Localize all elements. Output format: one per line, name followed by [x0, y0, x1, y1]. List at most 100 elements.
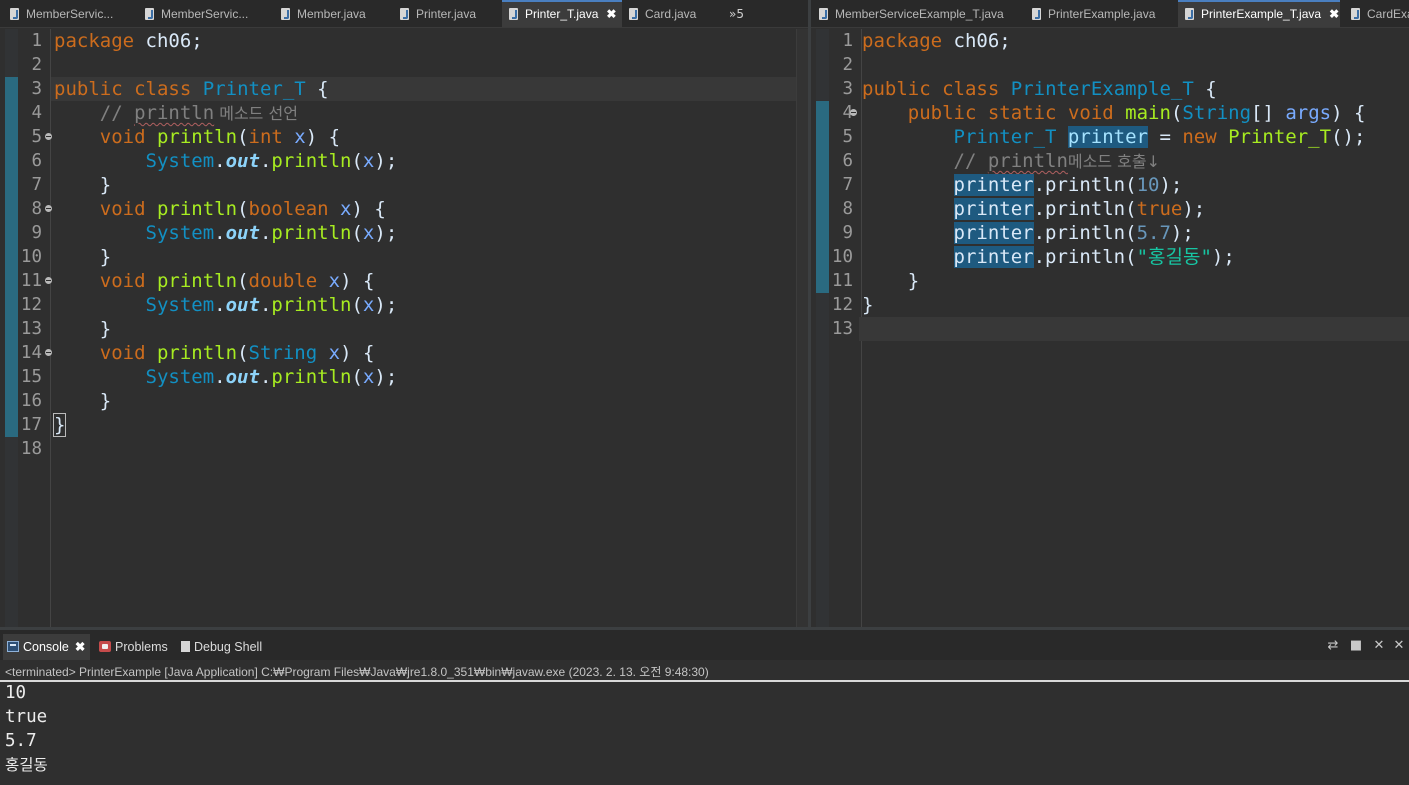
console-output-line: 5.7 [5, 731, 37, 751]
code-line: } [52, 413, 67, 437]
line-number: 13 [831, 319, 853, 339]
variable-occurrence: printer [953, 198, 1034, 220]
line-number: 3 [31, 79, 42, 99]
left-editor-pane: MemberServic... MemberServic... Member.j… [0, 0, 808, 627]
tab-printerexample-java[interactable]: PrinterExample.java [1032, 0, 1156, 27]
tab-printer-t-java[interactable]: Printer_T.java ✖ [502, 0, 622, 27]
variable-occurrence: printer [953, 246, 1034, 268]
change-indicator [5, 77, 18, 437]
left-code-editor[interactable]: 1 2 3 4 5 6 7 8 9 10 11 12 13 14 15 16 1… [0, 29, 808, 627]
tab-label: MemberServic... [161, 7, 249, 21]
java-file-icon [281, 8, 290, 20]
tab-console[interactable]: Console ✖ [3, 634, 91, 660]
remove-launch-icon[interactable]: ✕ [1371, 638, 1387, 654]
line-number-gutter: 1 2 3 4 5 6 7 8 9 10 11 12 13 [829, 29, 862, 627]
code-line: public class PrinterExample_T { [862, 78, 1217, 100]
tab-memberservice-1[interactable]: MemberServic... [10, 0, 114, 27]
close-tab-icon[interactable]: ✖ [1329, 7, 1339, 21]
tab-label: Problems [115, 640, 168, 654]
tab-cardexample-java[interactable]: CardExa [1351, 0, 1409, 27]
code-line: } [862, 270, 920, 292]
code-line: printer.println(true); [953, 198, 1206, 220]
tab-label: Printer.java [416, 7, 477, 21]
console-tabbar: Console ✖ Problems Debug Shell ⇄ ■ ✕ ✕ [0, 630, 1409, 660]
code-line: Printer_T printer = new Printer_T(); [953, 126, 1366, 148]
code-line: // println 메소드 선언 [54, 102, 298, 124]
console-panel: Console ✖ Problems Debug Shell ⇄ ■ ✕ ✕ <t… [0, 630, 1409, 785]
java-file-icon [1351, 8, 1360, 20]
console-output-line: true [5, 707, 48, 727]
tab-label: PrinterExample_T.java [1201, 7, 1322, 21]
line-number: 14 [20, 343, 42, 363]
line-number: 7 [31, 175, 42, 195]
change-indicator [816, 101, 829, 293]
line-number: 4 [31, 103, 42, 123]
code-line: } [99, 318, 112, 340]
tab-printer-java[interactable]: Printer.java [400, 0, 477, 27]
code-line: void println(boolean x) { [99, 198, 386, 220]
close-tab-icon[interactable]: ✖ [75, 640, 85, 654]
code-line: void println(String x) { [99, 342, 375, 364]
java-file-icon [10, 8, 19, 20]
fold-toggle-icon[interactable] [850, 109, 857, 116]
right-editor-tabbar: MemberServiceExample_T.java PrinterExamp… [811, 0, 1409, 28]
line-number: 7 [842, 175, 853, 195]
pin-icon[interactable]: ⇄ [1325, 638, 1341, 654]
right-code-editor[interactable]: 1 2 3 4 5 6 7 8 9 10 11 12 13 package ch… [811, 29, 1409, 627]
line-number: 11 [831, 271, 853, 291]
code-line: } [99, 390, 112, 412]
java-file-icon [629, 8, 638, 20]
java-file-icon [145, 8, 154, 20]
code-text-area[interactable]: package ch06; public class Printer_T { /… [51, 29, 808, 627]
tab-label: MemberServic... [26, 7, 114, 21]
variable-occurrence: printer [953, 222, 1034, 244]
console-icon [7, 641, 19, 652]
code-line: } [862, 294, 874, 316]
line-number: 6 [31, 151, 42, 171]
tab-debug-shell[interactable]: Debug Shell [181, 634, 262, 660]
line-number: 10 [20, 247, 42, 267]
vertical-scrollbar[interactable] [796, 29, 808, 627]
line-number: 2 [842, 55, 853, 75]
code-line: System.out.println(x); [145, 294, 398, 316]
tab-label: CardExa [1367, 7, 1409, 21]
code-line: System.out.println(x); [145, 222, 398, 244]
java-file-icon [1185, 8, 1194, 20]
line-number: 17 [20, 415, 42, 435]
problems-icon [99, 641, 111, 652]
tab-label: MemberServiceExample_T.java [835, 7, 1004, 21]
terminate-icon[interactable]: ■ [1348, 638, 1364, 654]
line-number: 12 [831, 295, 853, 315]
line-number: 10 [831, 247, 853, 267]
java-file-icon [509, 8, 518, 20]
line-number-gutter: 1 2 3 4 5 6 7 8 9 10 11 12 13 14 15 16 1… [18, 29, 52, 627]
code-line: } [99, 174, 112, 196]
line-number: 1 [842, 31, 853, 51]
line-number: 11 [20, 271, 42, 291]
code-line: package ch06; [54, 30, 203, 52]
close-tab-icon[interactable]: ✖ [606, 7, 616, 21]
tab-label: PrinterExample.java [1048, 7, 1156, 21]
tab-problems[interactable]: Problems [99, 634, 168, 660]
line-number: 9 [31, 223, 42, 243]
tab-memberserviceexample-t-java[interactable]: MemberServiceExample_T.java [819, 0, 1004, 27]
tab-label: Member.java [297, 7, 366, 21]
code-line: void println(int x) { [99, 126, 341, 148]
tab-memberservice-2[interactable]: MemberServic... [145, 0, 249, 27]
code-text-area[interactable]: package ch06; public class PrinterExampl… [859, 29, 1409, 627]
code-line: void println(double x) { [99, 270, 375, 292]
line-number: 16 [20, 391, 42, 411]
remove-all-icon[interactable]: ✕ [1391, 638, 1407, 654]
tab-label: Console [23, 640, 69, 654]
line-number: 9 [842, 223, 853, 243]
tab-card-java[interactable]: Card.java [629, 0, 696, 27]
more-tabs-icon[interactable]: »5 [729, 0, 744, 27]
java-file-icon [400, 8, 409, 20]
tab-label: Printer_T.java [525, 7, 599, 21]
java-file-icon [1032, 8, 1041, 20]
tab-member-java[interactable]: Member.java [281, 0, 366, 27]
line-number: 12 [20, 295, 42, 315]
console-divider [0, 680, 1409, 682]
tab-printerexample-t-java[interactable]: PrinterExample_T.java ✖ [1178, 0, 1340, 27]
line-number: 6 [842, 151, 853, 171]
